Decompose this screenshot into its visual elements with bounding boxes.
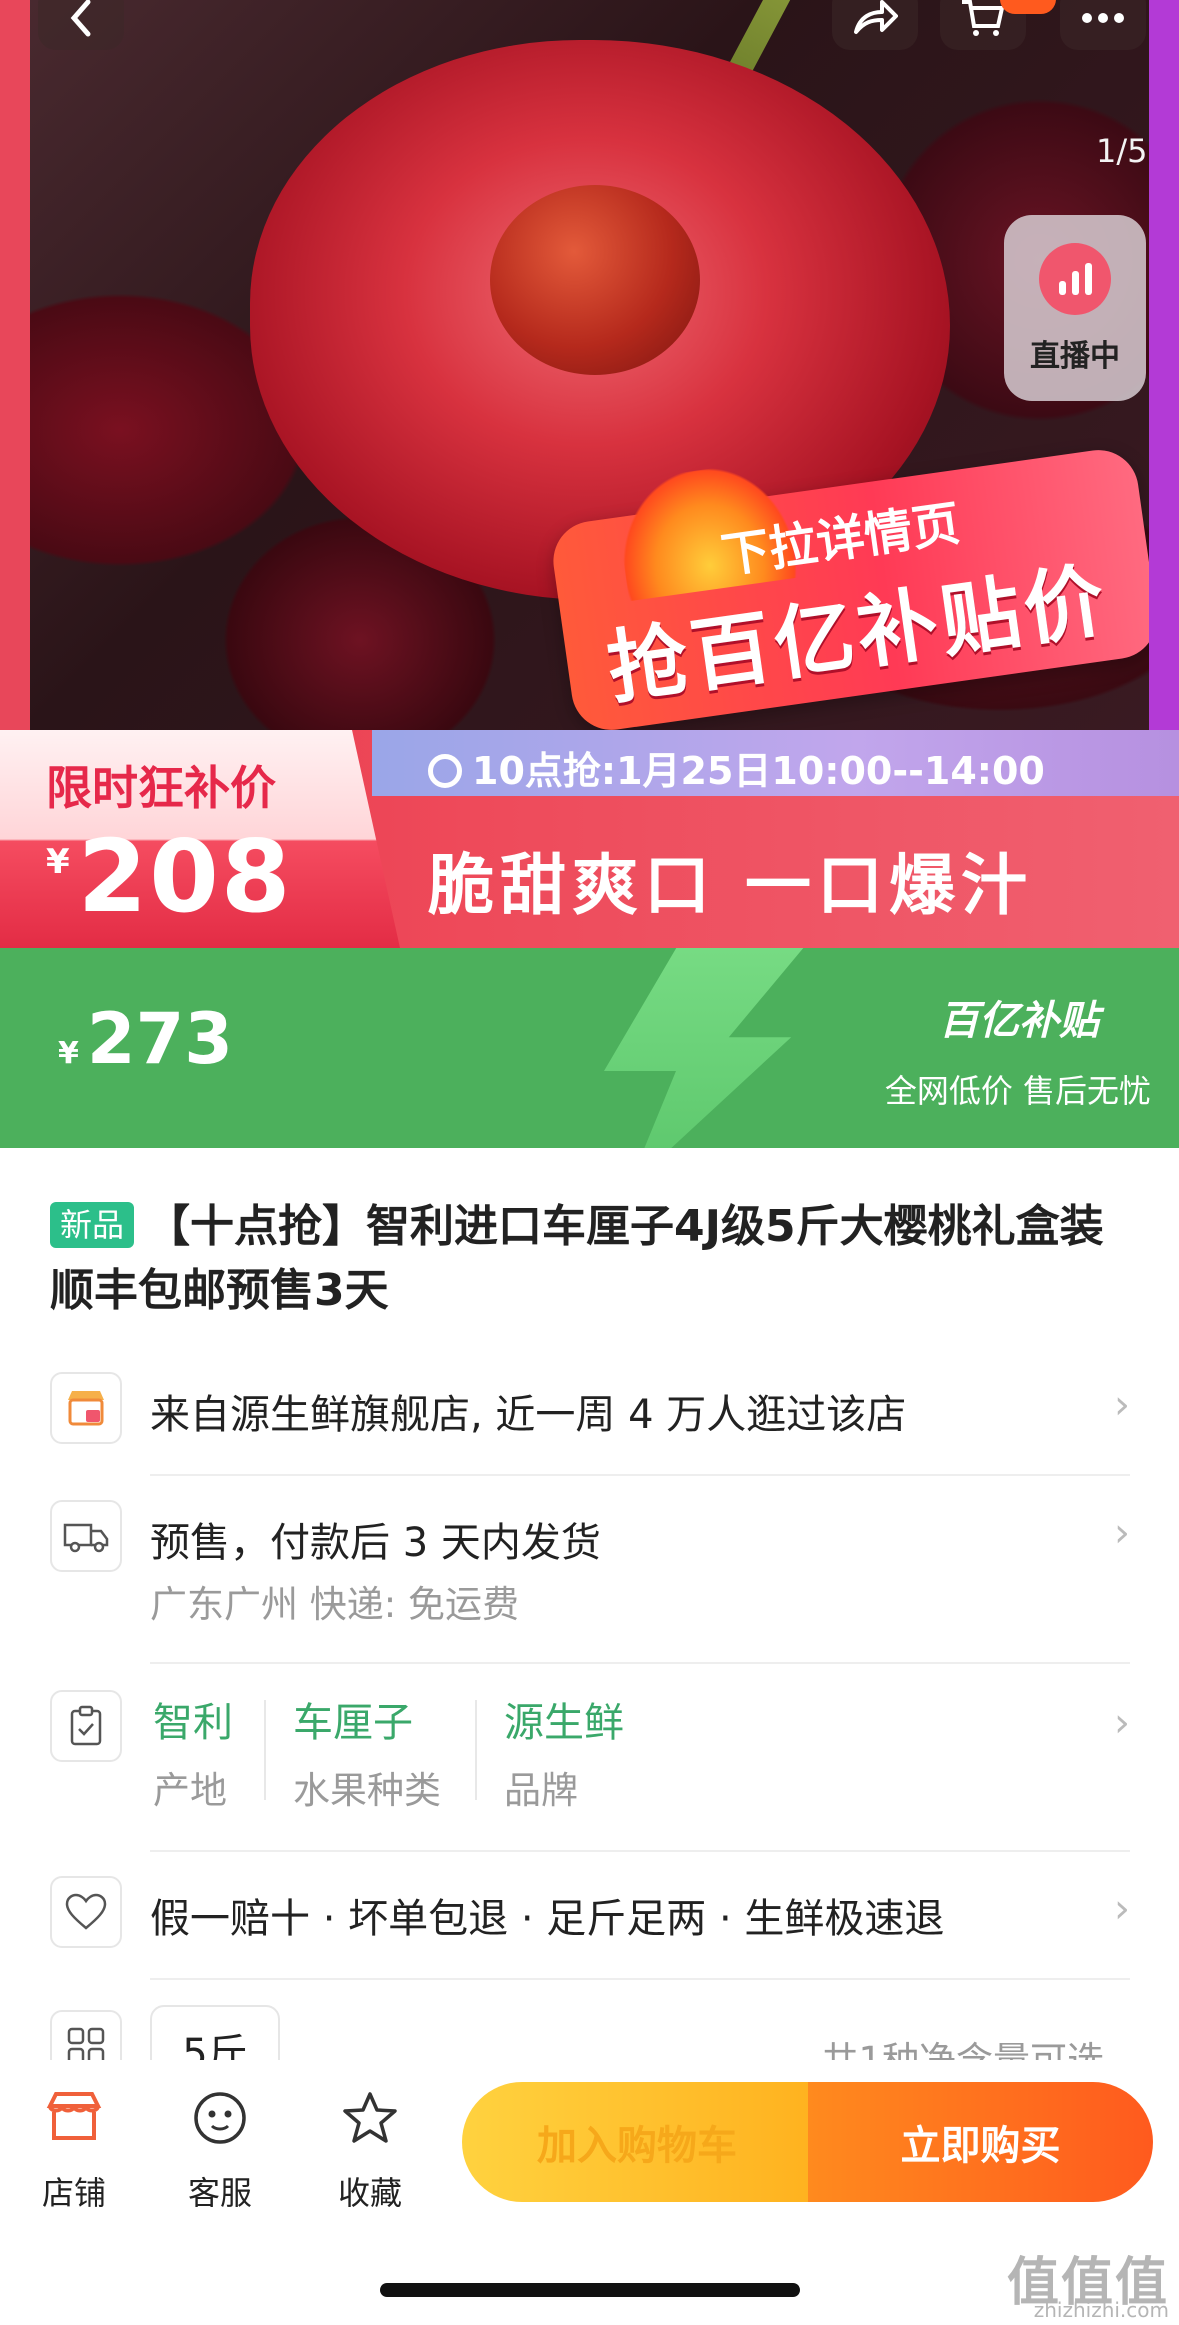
store-tab-label: 店铺: [41, 2174, 106, 2212]
star-icon: [310, 2090, 430, 2154]
store-text: 来自源生鲜旗舰店, 近一周 4 万人逛过该店: [150, 1392, 907, 1438]
divider: [150, 1978, 1130, 1980]
add-to-cart-button[interactable]: 加入购物车: [462, 2082, 812, 2202]
buy-now-button[interactable]: 立即购买: [808, 2082, 1153, 2202]
attr-origin: 智利 产地: [153, 1690, 233, 1814]
heart-icon: [50, 1876, 122, 1948]
favorite-tab-label: 收藏: [337, 2174, 402, 2212]
subsidy-subtitle: 全网低价 售后无忧: [884, 1072, 1151, 1110]
attr-origin-key: 产地: [153, 1769, 227, 1812]
product-title-text: 【十点抢】智利进口车厘子4J级5斤大樱桃礼盒装顺丰包邮预售3天: [50, 1201, 1104, 1316]
cart-badge: [1000, 0, 1056, 14]
service-tab[interactable]: 客服: [160, 2090, 280, 2214]
chevron-left-icon: [70, 0, 91, 37]
image-counter: 1/5: [1096, 132, 1148, 170]
store-tab[interactable]: 店铺: [14, 2090, 134, 2214]
subsidy-price: ¥208: [46, 818, 292, 935]
share-icon: [854, 0, 898, 34]
product-image-carousel[interactable]: 1/5 直播中 下拉详情页 抢百亿补贴价: [0, 0, 1179, 730]
shipping-row[interactable]: 预售，付款后 3 天内发货 广东广州 快递: 免运费 ›: [50, 1500, 1130, 1640]
lightning-icon: [604, 948, 820, 1148]
back-button[interactable]: [38, 0, 124, 50]
live-chart-icon: [1039, 243, 1111, 315]
attr-divider: [475, 1700, 477, 1800]
attr-fruit-type: 车厘子 水果种类: [293, 1690, 441, 1814]
subsidy-currency: ¥: [46, 842, 70, 882]
divider: [150, 1662, 1130, 1664]
cherry-pit: [490, 185, 700, 375]
store-icon: [14, 2090, 134, 2154]
watermark-url: zhizhizhi.com: [1033, 2298, 1169, 2322]
flash-sale-time: 10点抢:1月25日10:00--14:00: [428, 740, 1045, 795]
attr-brand: 源生鲜 品牌: [504, 1690, 624, 1814]
cart-icon: [962, 0, 1005, 36]
shipping-subtext: 广东广州 快递: 免运费: [150, 1583, 519, 1626]
store-icon: [50, 1372, 122, 1444]
product-title: 新品 【十点抢】智利进口车厘子4J级5斤大樱桃礼盒装顺丰包邮预售3天: [50, 1195, 1140, 1323]
alarm-clock-icon: [428, 754, 462, 788]
flash-sale-time-text: 10点抢:1月25日10:00--14:00: [472, 749, 1045, 793]
service-tab-label: 客服: [187, 2174, 252, 2212]
new-tag: 新品: [50, 1202, 135, 1248]
more-button[interactable]: [1060, 0, 1146, 50]
current-price: ¥273: [58, 998, 233, 1080]
more-icon: [1082, 13, 1124, 23]
attributes-row[interactable]: 智利 产地 车厘子 水果种类 源生鲜 品牌 ›: [50, 1690, 1130, 1820]
service-face-icon: [160, 2090, 280, 2154]
price-currency: ¥: [58, 1036, 79, 1071]
banner-slogan: 脆甜爽口 一口爆汁: [428, 847, 1033, 924]
subsidy-brand: 百亿补贴: [939, 998, 1099, 1044]
attr-divider: [264, 1700, 266, 1800]
attr-brand-key: 品牌: [504, 1769, 578, 1812]
price-value: 273: [86, 998, 233, 1080]
guarantee-text: 假一赔十 · 坏单包退 · 足斤足两 · 生鲜极速退: [150, 1896, 945, 1942]
live-badge[interactable]: 直播中: [1004, 215, 1146, 401]
clipboard-icon: [50, 1690, 122, 1762]
attr-brand-value: 源生鲜: [504, 1700, 624, 1746]
attr-fruit-type-value: 车厘子: [293, 1700, 413, 1746]
divider: [150, 1474, 1130, 1476]
attr-origin-value: 智利: [153, 1700, 233, 1746]
attr-fruit-type-key: 水果种类: [293, 1769, 441, 1812]
home-indicator: [380, 2283, 800, 2297]
truck-icon: [50, 1500, 122, 1572]
store-row[interactable]: 来自源生鲜旗舰店, 近一周 4 万人逛过该店 ›: [50, 1372, 1130, 1444]
subsidy-title: 限时狂补价: [46, 761, 276, 815]
divider: [150, 1850, 1130, 1852]
price-bar: ¥273 百亿补贴 全网低价 售后无忧: [0, 948, 1179, 1148]
chevron-right-icon: ›: [1114, 1886, 1130, 1932]
chevron-right-icon: ›: [1114, 1700, 1130, 1746]
subsidy-price-value: 208: [77, 818, 293, 935]
chevron-right-icon: ›: [1114, 1510, 1130, 1556]
share-button[interactable]: [832, 0, 918, 50]
live-label: 直播中: [1030, 339, 1120, 374]
shipping-text: 预售，付款后 3 天内发货: [150, 1520, 601, 1566]
guarantee-row[interactable]: 假一赔十 · 坏单包退 · 足斤足两 · 生鲜极速退 ›: [50, 1876, 1130, 1948]
chevron-right-icon: ›: [1114, 1382, 1130, 1428]
favorite-tab[interactable]: 收藏: [310, 2090, 430, 2214]
